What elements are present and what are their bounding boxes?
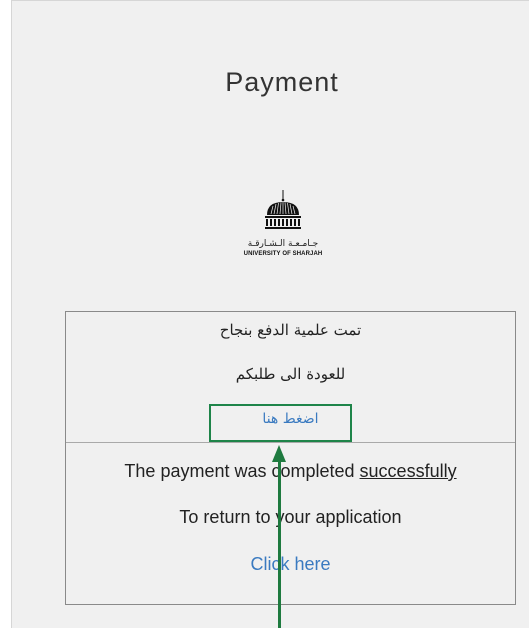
link-highlight-box (209, 404, 352, 442)
payment-message-box: تمت علمية الدفع بنجاح للعودة الى طلبكم ا… (65, 311, 516, 605)
arabic-return-message: للعودة الى طلبكم (235, 365, 346, 383)
annotation-arrow-shaft (278, 460, 281, 628)
payment-page: Payment جـامـعـة الـشـارقـة UNIVERSITY O… (11, 0, 529, 628)
english-return-message: To return to your application (179, 507, 402, 527)
english-return-link-row: Click here (66, 554, 515, 575)
arabic-success-message: تمت علمية الدفع بنجاح (219, 321, 362, 339)
logo-arabic-name: جـامـعـة الـشـارقـة (247, 239, 319, 249)
english-success-message: The payment was completed successfully (66, 461, 515, 482)
dome-icon (265, 190, 301, 229)
language-divider (66, 442, 515, 443)
english-success-text: The payment was completed (124, 461, 360, 481)
english-click-here-link[interactable]: Click here (250, 554, 330, 574)
university-logo: جـامـعـة الـشـارقـة UNIVERSITY OF SHARJA… (223, 189, 343, 264)
english-success-emphasis: successfully (359, 461, 457, 481)
logo-english-name: UNIVERSITY OF SHARJAH (243, 251, 323, 257)
page-title: Payment (225, 67, 339, 97)
